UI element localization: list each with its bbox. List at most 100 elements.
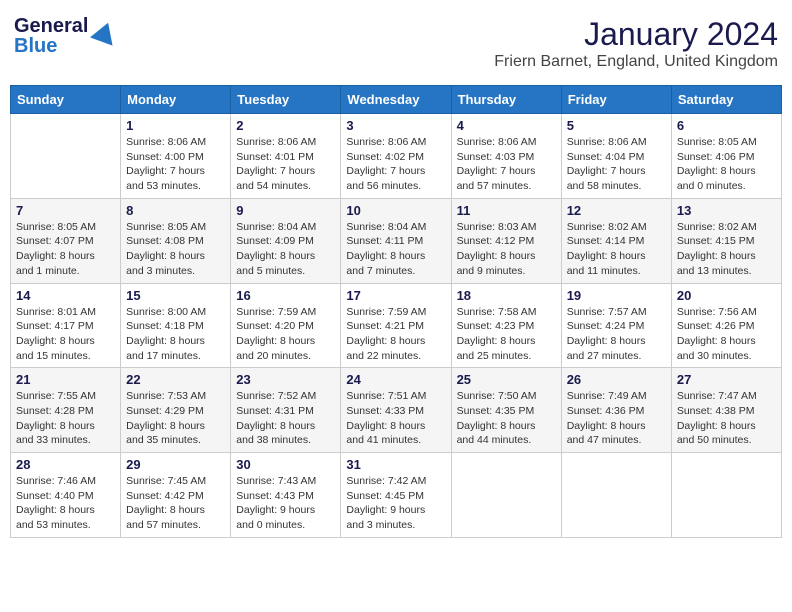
cell-content: Sunrise: 7:59 AMSunset: 4:21 PMDaylight:…: [346, 305, 445, 364]
calendar-cell: [11, 114, 121, 199]
cell-line: Sunset: 4:15 PM: [677, 235, 755, 247]
cell-line: Sunset: 4:09 PM: [236, 235, 314, 247]
cell-line: Sunset: 4:17 PM: [16, 320, 94, 332]
cell-line: Daylight: 8 hours: [567, 420, 646, 432]
cell-line: Sunrise: 7:52 AM: [236, 390, 316, 402]
cell-line: Sunset: 4:38 PM: [677, 405, 755, 417]
calendar-cell: 30Sunrise: 7:43 AMSunset: 4:43 PMDayligh…: [231, 453, 341, 538]
cell-line: Sunset: 4:08 PM: [126, 235, 204, 247]
cell-line: Sunrise: 8:05 AM: [16, 221, 96, 233]
calendar-cell: 8Sunrise: 8:05 AMSunset: 4:08 PMDaylight…: [121, 198, 231, 283]
day-number: 20: [677, 288, 776, 303]
title-area: January 2024 Friern Barnet, England, Uni…: [494, 16, 778, 71]
cell-content: Sunrise: 7:53 AMSunset: 4:29 PMDaylight:…: [126, 389, 225, 448]
cell-line: Daylight: 8 hours: [677, 335, 756, 347]
cell-line: and 9 minutes.: [457, 265, 526, 277]
day-number: 19: [567, 288, 666, 303]
day-number: 1: [126, 118, 225, 133]
day-number: 24: [346, 372, 445, 387]
cell-line: and 33 minutes.: [16, 434, 91, 446]
cell-line: Sunset: 4:26 PM: [677, 320, 755, 332]
cell-line: Sunrise: 8:06 AM: [457, 136, 537, 148]
calendar-cell: 25Sunrise: 7:50 AMSunset: 4:35 PMDayligh…: [451, 368, 561, 453]
day-number: 5: [567, 118, 666, 133]
cell-line: and 7 minutes.: [346, 265, 415, 277]
cell-line: Daylight: 8 hours: [16, 335, 95, 347]
cell-line: Sunrise: 8:06 AM: [126, 136, 206, 148]
cell-line: Sunset: 4:06 PM: [677, 151, 755, 163]
cell-content: Sunrise: 7:58 AMSunset: 4:23 PMDaylight:…: [457, 305, 556, 364]
cell-line: Daylight: 8 hours: [677, 420, 756, 432]
calendar-cell: 20 Sunrise: 7:56 AM Sunset: 4:26 PM Dayligh…: [671, 283, 781, 368]
cell-line: Sunset: 4:45 PM: [346, 490, 424, 502]
cell-line: Sunset: 4:11 PM: [346, 235, 423, 247]
day-number: 21: [16, 372, 115, 387]
cell-line: and 5 minutes.: [236, 265, 305, 277]
cell-content: Sunrise: 8:01 AMSunset: 4:17 PMDaylight:…: [16, 305, 115, 364]
logo: General Blue: [14, 16, 118, 56]
cell-line: Daylight: 8 hours: [16, 250, 95, 262]
calendar-cell: 10Sunrise: 8:04 AMSunset: 4:11 PMDayligh…: [341, 198, 451, 283]
calendar-cell: [671, 453, 781, 538]
day-number: 7: [16, 203, 115, 218]
day-number: 13: [677, 203, 776, 218]
cell-content: Sunrise: 7:47 AM Sunset: 4:38 PM Daylight:…: [677, 389, 776, 448]
calendar-cell: 24 Sunrise: 7:51 AMSunset: 4:33 PMDayligh…: [341, 368, 451, 453]
cell-line: and 53 minutes.: [126, 180, 201, 192]
calendar-cell: [561, 453, 671, 538]
cell-line: Daylight: 7 hours: [567, 165, 646, 177]
logo-blue: Blue: [14, 35, 57, 57]
cell-line: Daylight: 8 hours: [126, 335, 205, 347]
cell-line: and 47 minutes.: [567, 434, 642, 446]
cell-line: and 11 minutes.: [567, 265, 641, 277]
cell-line: and 17 minutes.: [126, 350, 201, 362]
cell-line: Sunrise: 8:05 AM: [677, 136, 757, 148]
cell-line: Daylight: 9 hours: [236, 504, 315, 516]
cell-line: Sunrise: 8:06 AM: [346, 136, 426, 148]
cell-line: Sunset: 4:04 PM: [567, 151, 645, 163]
cell-line: Daylight: 8 hours: [236, 420, 315, 432]
cell-line: Sunrise: 8:05 AM: [126, 221, 206, 233]
cell-line: Daylight: 8 hours: [567, 250, 646, 262]
day-number: 23: [236, 372, 335, 387]
cell-content: Sunrise: 8:05 AMSunset: 4:08 PMDaylight:…: [126, 220, 225, 279]
cell-line: Sunrise: 7:56 AM: [677, 306, 757, 318]
cell-line: and 58 minutes.: [567, 180, 642, 192]
cell-content: Sunrise: 8:02 AMSunset: 4:15 PMDaylight:…: [677, 220, 776, 279]
cell-line: Daylight: 9 hours: [346, 504, 425, 516]
cell-line: Sunrise: 8:00 AM: [126, 306, 206, 318]
calendar-cell: 17Sunrise: 7:59 AMSunset: 4:21 PMDayligh…: [341, 283, 451, 368]
calendar-cell: 4Sunrise: 8:06 AMSunset: 4:03 PMDaylight…: [451, 114, 561, 199]
calendar-cell: [451, 453, 561, 538]
day-number: 14: [16, 288, 115, 303]
cell-content: Sunrise: 7:45 AMSunset: 4:42 PMDaylight:…: [126, 474, 225, 533]
day-number: 12: [567, 203, 666, 218]
cell-line: Sunrise: 7:46 AM: [16, 475, 96, 487]
header-row: SundayMondayTuesdayWednesdayThursdayFrid…: [11, 86, 782, 114]
day-number: 26: [567, 372, 666, 387]
cell-content: Sunrise: 8:05 AMSunset: 4:06 PMDaylight:…: [677, 135, 776, 194]
cell-line: Daylight: 8 hours: [236, 250, 315, 262]
cell-line: Sunrise: 7:57 AM: [567, 306, 647, 318]
cell-line: Sunrise: 7:58 AM: [457, 306, 537, 318]
cell-content: Sunrise: 8:06 AMSunset: 4:01 PMDaylight:…: [236, 135, 335, 194]
cell-content: Sunrise: 7:51 AMSunset: 4:33 PMDaylight:…: [346, 389, 445, 448]
logo-arrow-icon: [90, 20, 118, 53]
cell-line: Daylight: 8 hours: [457, 335, 536, 347]
cell-line: and 54 minutes.: [236, 180, 311, 192]
cell-line: Daylight: 8 hours: [457, 420, 536, 432]
cell-line: Sunrise: 7:47 AM: [677, 390, 757, 402]
cell-line: and 57 minutes.: [126, 519, 201, 531]
cell-line: Sunrise: 8:06 AM: [567, 136, 647, 148]
calendar-cell: 11Sunrise: 8:03 AMSunset: 4:12 PMDayligh…: [451, 198, 561, 283]
logo-general: General: [14, 15, 88, 37]
cell-line: Sunset: 4:03 PM: [457, 151, 535, 163]
calendar-cell: 7Sunrise: 8:05 AMSunset: 4:07 PMDaylight…: [11, 198, 121, 283]
cell-line: Sunset: 4:20 PM: [236, 320, 314, 332]
calendar-cell: 14 Sunrise: 8:01 AMSunset: 4:17 PMDayligh…: [11, 283, 121, 368]
cell-line: Daylight: 8 hours: [16, 420, 95, 432]
cell-line: Sunrise: 8:04 AM: [346, 221, 426, 233]
day-number: 16: [236, 288, 335, 303]
cell-line: and 0 minutes.: [677, 180, 746, 192]
calendar-cell: 23Sunrise: 7:52 AMSunset: 4:31 PMDayligh…: [231, 368, 341, 453]
